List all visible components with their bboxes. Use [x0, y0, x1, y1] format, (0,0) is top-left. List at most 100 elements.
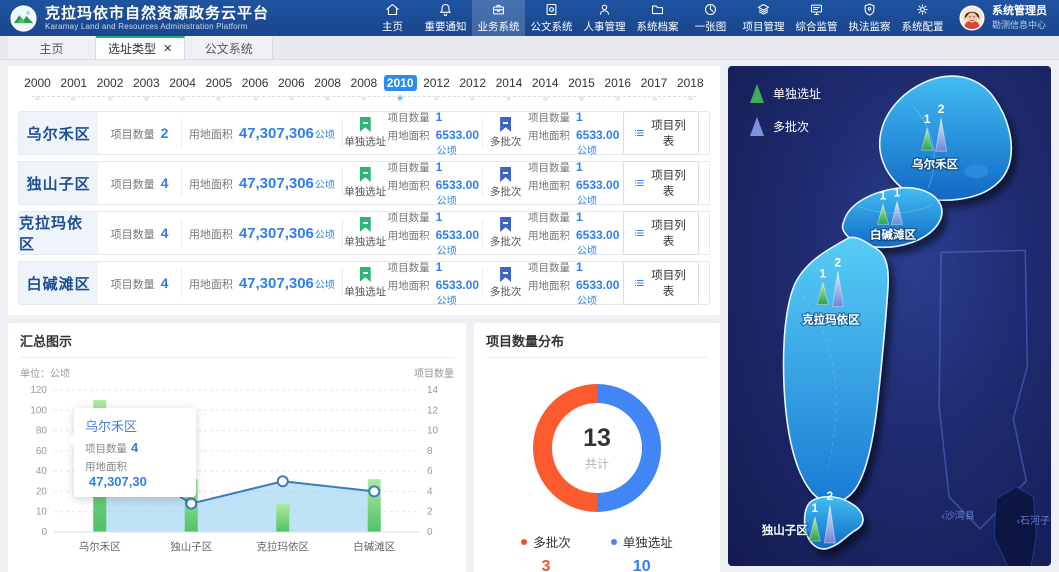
x-axis-label: 克拉玛依区: [257, 540, 310, 553]
year-item[interactable]: 2014: [528, 74, 563, 101]
year-dot-icon: [652, 96, 657, 101]
year-label: 2014: [529, 75, 562, 91]
user-box[interactable]: 系统管理员 勘测信息中心: [949, 0, 1059, 36]
year-label: 2017: [638, 75, 671, 91]
map-region-label: 独山子区: [762, 523, 809, 537]
multi-batch-badge: 多批次: [483, 167, 528, 199]
tooltip-area-label: 用地面积: [85, 461, 127, 473]
svg-text:4: 4: [427, 486, 433, 497]
nav-label: 重要通知: [425, 19, 467, 34]
project-list-button[interactable]: 项目列表: [623, 211, 699, 255]
legend-label-multi: 多批次: [533, 532, 571, 551]
map-region-label: 白碱滩区: [870, 227, 917, 241]
map-region-karamay[interactable]: [784, 237, 889, 502]
map-legend-multi-label: 多批次: [773, 118, 809, 135]
nav-item-gear[interactable]: 系统配置: [896, 0, 949, 36]
project-list-button[interactable]: 项目列表: [623, 111, 699, 155]
district-row: 白碱滩区 项目数量4 用地面积47,307,306公顷 单独选址 项目数量1 用…: [18, 261, 710, 305]
map-region-label: 乌尔禾区: [912, 157, 959, 171]
year-item[interactable]: 2017: [637, 74, 672, 101]
year-item[interactable]: 2006: [238, 74, 273, 101]
year-item[interactable]: 2003: [129, 74, 164, 101]
svg-text:8: 8: [427, 446, 433, 457]
district-name[interactable]: 乌尔禾区: [19, 112, 98, 154]
year-item[interactable]: 2005: [201, 74, 236, 101]
year-item[interactable]: 2012: [455, 74, 490, 101]
left-column: 2000 2001 2002 2003 2004 2005 2006 2006 …: [8, 66, 720, 566]
year-item[interactable]: 2012: [419, 74, 454, 101]
single-site-badge: 单独选址: [343, 167, 388, 199]
single-site-stats: 项目数量1 用地面积6533.00公顷: [388, 210, 483, 257]
multi-batch-stats: 项目数量1 用地面积6533.00公顷: [528, 210, 623, 257]
tab-2[interactable]: 公文系统: [185, 36, 273, 59]
year-item[interactable]: 2018: [673, 74, 708, 101]
nav-item-monitor[interactable]: 综合监管: [790, 0, 843, 36]
nav-label: 业务系统: [478, 19, 520, 34]
tab-1[interactable]: 选址类型 ✕: [96, 36, 185, 59]
year-dot-icon: [144, 96, 149, 101]
nav-item-document[interactable]: 公文系统: [525, 0, 578, 36]
summary-chart-title: 汇总图示: [20, 331, 454, 358]
ribbon-blue-icon: [500, 167, 511, 182]
nav-item-bell[interactable]: 重要通知: [419, 0, 472, 36]
year-item[interactable]: 2006: [274, 74, 309, 101]
land-area-label: 用地面积: [189, 226, 233, 242]
nav-item-briefcase[interactable]: 业务系统: [472, 0, 525, 36]
list-icon: [634, 227, 644, 239]
project-count-value: 4: [161, 275, 169, 291]
legend-value-single: 10: [611, 558, 673, 572]
svg-text:40: 40: [36, 466, 48, 477]
right-axis-caption: 项目数量: [414, 365, 454, 380]
year-item[interactable]: 2015: [564, 74, 599, 101]
map-region-wuerhe[interactable]: [880, 76, 1012, 200]
year-label: 2006: [275, 75, 308, 91]
district-name[interactable]: 白碱滩区: [19, 262, 98, 304]
year-item[interactable]: 2002: [93, 74, 128, 101]
svg-text:100: 100: [30, 405, 47, 416]
year-item[interactable]: 2008: [310, 74, 345, 101]
project-list-label: 项目列表: [649, 117, 688, 149]
user-name: 系统管理员: [992, 5, 1047, 18]
project-count-value: 4: [161, 175, 169, 191]
year-item[interactable]: 2004: [165, 74, 200, 101]
year-item[interactable]: 2000: [20, 74, 55, 101]
year-dot-icon: [470, 96, 475, 101]
year-dot-icon: [180, 96, 185, 101]
year-dot-icon: [253, 96, 258, 101]
year-dot-icon: [108, 96, 113, 101]
land-area-label: 用地面积: [189, 176, 233, 192]
map-legend-single: 单独选址: [750, 84, 821, 103]
year-item[interactable]: 2010: [383, 74, 418, 101]
tab-0[interactable]: 主页: [8, 36, 96, 59]
line-point-3: [369, 486, 379, 496]
nav-item-globe[interactable]: 一张图: [684, 0, 737, 36]
year-item[interactable]: 2001: [56, 74, 91, 101]
user-dept: 勘测信息中心: [992, 18, 1047, 31]
nav-item-folder[interactable]: 系统档案: [631, 0, 684, 36]
district-rows: 乌尔禾区 项目数量2 用地面积47,307,306公顷 单独选址 项目数量1 用…: [18, 111, 710, 305]
donut-chart: 13 共计: [533, 384, 661, 512]
nav-item-shield[interactable]: 执法监察: [843, 0, 896, 36]
year-item[interactable]: 2008: [346, 74, 381, 101]
year-item[interactable]: 2014: [491, 74, 526, 101]
tooltip-count-value: 4: [131, 440, 138, 455]
single-site-stats: 项目数量1 用地面积6533.00公顷: [388, 110, 483, 157]
tooltip-title: 乌尔禾区: [85, 416, 185, 435]
year-label: 2012: [420, 75, 453, 91]
multi-batch-triangle-icon: [750, 117, 764, 136]
nav-item-home[interactable]: 主页: [366, 0, 419, 36]
project-list-button[interactable]: 项目列表: [623, 161, 699, 205]
project-list-button[interactable]: 项目列表: [623, 261, 699, 305]
close-icon[interactable]: ✕: [163, 42, 172, 55]
nav-item-layers[interactable]: 项目管理: [737, 0, 790, 36]
nav-item-user[interactable]: 人事管理: [578, 0, 631, 36]
year-item[interactable]: 2016: [600, 74, 635, 101]
district-name[interactable]: 独山子区: [19, 162, 98, 204]
district-name[interactable]: 克拉玛依区: [19, 212, 98, 254]
home-icon: [385, 2, 400, 17]
marker-count: 1: [894, 185, 901, 199]
x-axis-label: 独山子区: [170, 540, 212, 553]
svg-text:0: 0: [427, 527, 433, 538]
year-label: 2012: [456, 75, 489, 91]
line-point-2: [278, 476, 288, 486]
